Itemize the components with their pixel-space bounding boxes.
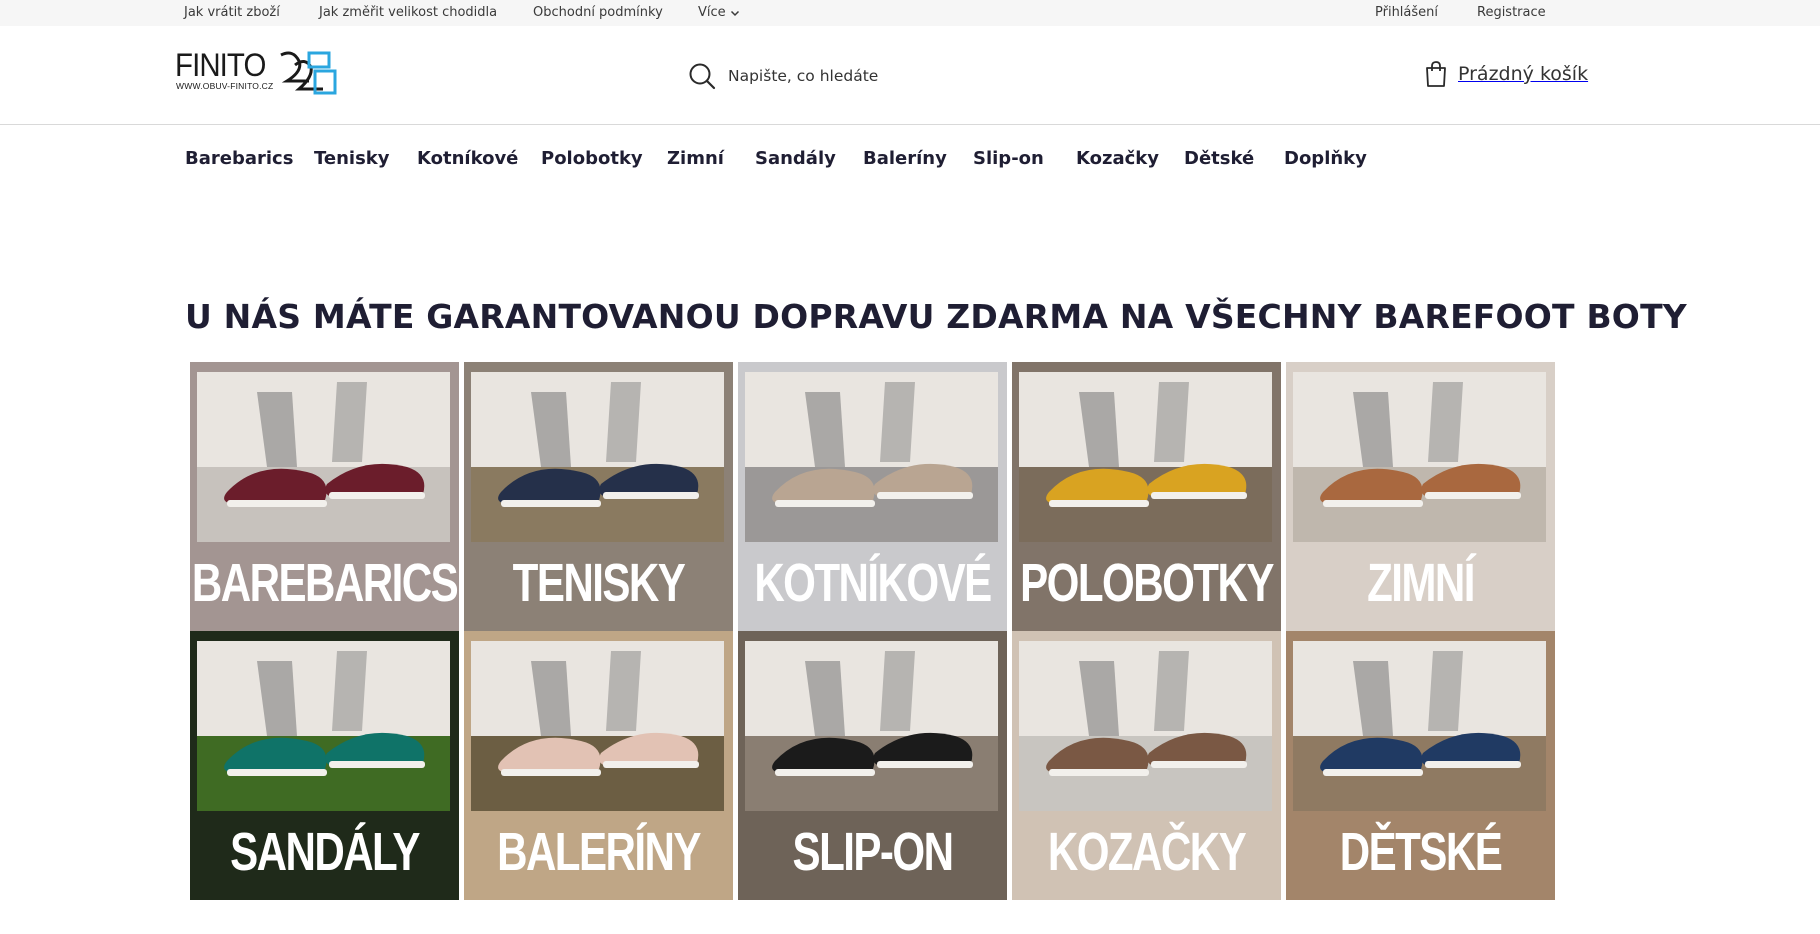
category-tile-label: SANDÁLY (230, 822, 420, 882)
category-tile-baleriny[interactable]: BALERÍNY (464, 631, 733, 900)
category-tile-label: KOTNÍKOVÉ (754, 553, 992, 613)
nav-item-sandaly[interactable]: Sandály (755, 148, 836, 169)
category-tile-sandaly[interactable]: SANDÁLY (190, 631, 459, 900)
category-tile-label: DĚTSKÉ (1339, 822, 1503, 882)
category-tile-kotnikove[interactable]: KOTNÍKOVÉ (738, 362, 1007, 631)
category-tile-label: BAREBARICS (191, 553, 459, 613)
nav-item-tenisky[interactable]: Tenisky (314, 148, 390, 169)
topbar-link-returns[interactable]: Jak vrátit zboží (184, 5, 280, 20)
site-header: FINITO WWW.OBUV-FINITO.CZ Prázdný košík (0, 26, 1820, 125)
nav-item-doplnky[interactable]: Doplňky (1284, 148, 1367, 169)
category-photo (745, 372, 998, 542)
category-tile-label: SLIP-ON (792, 822, 954, 882)
logo-url: WWW.OBUV-FINITO.CZ (176, 81, 274, 91)
category-tile-barebarics[interactable]: BAREBARICS (190, 362, 459, 631)
category-tile-label: KOZAČKY (1047, 822, 1247, 882)
category-photo (1293, 372, 1546, 542)
category-tile-zimni[interactable]: ZIMNÍ (1286, 362, 1555, 631)
nav-item-kozacky[interactable]: Kozačky (1076, 148, 1159, 169)
topbar-link-foot-size[interactable]: Jak změřit velikost chodidla (319, 5, 497, 20)
nav-item-polobotky[interactable]: Polobotky (541, 148, 643, 169)
category-tile-slip-on[interactable]: SLIP-ON (738, 631, 1007, 900)
nav-item-barebarics[interactable]: Barebarics (185, 148, 293, 169)
topbar-more-menu[interactable]: Více (698, 5, 740, 20)
shopping-bag-icon (1426, 61, 1446, 87)
topbar-link-terms[interactable]: Obchodní podmínky (533, 5, 663, 20)
logo-wordmark: FINITO (175, 47, 266, 83)
nav-item-detske[interactable]: Dětské (1184, 148, 1254, 169)
category-photo (197, 641, 450, 811)
search-input[interactable] (728, 67, 1088, 85)
site-logo[interactable]: FINITO WWW.OBUV-FINITO.CZ (175, 47, 337, 95)
search-icon[interactable] (688, 62, 716, 90)
category-photo (1019, 641, 1272, 811)
category-tile-kozacky[interactable]: KOZAČKY (1012, 631, 1281, 900)
cart-button[interactable]: Prázdný košík (1424, 58, 1588, 90)
category-tile-grid: BAREBARICS TENISKY KOTNÍKOVÉ POLOBOTKY ZIMNÍ… (190, 362, 1558, 902)
top-utility-bar: Jak vrátit zboží Jak změřit velikost cho… (0, 0, 1820, 26)
free-shipping-headline: U NÁS MÁTE GARANTOVANOU DOPRAVU ZDARMA N… (185, 297, 1687, 336)
topbar-more-label: Více (698, 5, 726, 20)
nav-item-slip-on[interactable]: Slip-on (973, 148, 1044, 169)
category-tile-polobotky[interactable]: POLOBOTKY (1012, 362, 1281, 631)
chevron-down-icon (730, 10, 739, 16)
category-tile-label: ZIMNÍ (1367, 553, 1475, 613)
category-tile-detske[interactable]: DĚTSKÉ (1286, 631, 1555, 900)
category-photo (471, 372, 724, 542)
category-photo (197, 372, 450, 542)
register-link[interactable]: Registrace (1477, 5, 1546, 20)
nav-item-zimni[interactable]: Zimní (667, 148, 724, 169)
login-link[interactable]: Přihlášení (1375, 5, 1438, 20)
logo-boxes-icon (280, 51, 337, 95)
search-bar[interactable] (688, 60, 1108, 92)
nav-item-kotnikove[interactable]: Kotníkové (417, 148, 518, 169)
category-nav: Barebarics Tenisky Kotníkové Polobotky Z… (0, 126, 1820, 192)
nav-item-baleriny[interactable]: Baleríny (863, 148, 947, 169)
category-tile-tenisky[interactable]: TENISKY (464, 362, 733, 631)
category-photo (1293, 641, 1546, 811)
category-tile-label: POLOBOTKY (1020, 553, 1274, 613)
category-photo (1019, 372, 1272, 542)
category-tile-label: TENISKY (512, 553, 686, 613)
cart-label: Prázdný košík (1458, 63, 1589, 85)
category-tile-label: BALERÍNY (497, 822, 701, 882)
category-photo (745, 641, 998, 811)
category-photo (471, 641, 724, 811)
